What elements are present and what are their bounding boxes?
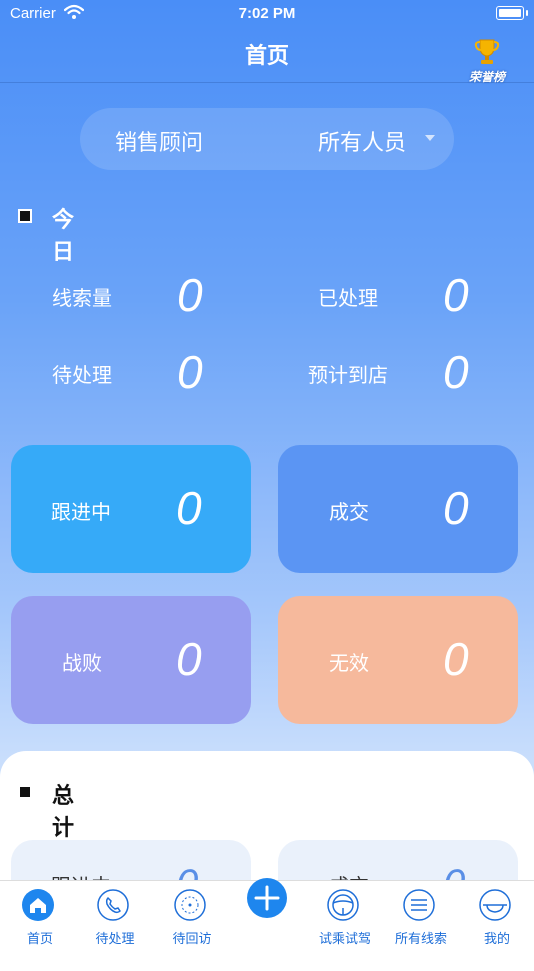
- tab-mine[interactable]: 我的: [462, 881, 532, 951]
- tab-callback-label: 待回访: [172, 932, 212, 947]
- profile-icon: [479, 889, 511, 921]
- tab-callback[interactable]: 待回访: [157, 881, 227, 951]
- phone-icon: [97, 889, 129, 921]
- page-title: 首页: [244, 44, 289, 69]
- stat-value-expected-visit[interactable]: 0: [443, 347, 469, 397]
- battery-icon: [496, 6, 528, 20]
- card-deal-label: 成交: [329, 500, 369, 524]
- total-title: 总计: [52, 784, 75, 841]
- stat-label-pending: 待处理: [52, 363, 112, 387]
- nav-bar: 首页 荣誉榜: [0, 30, 534, 84]
- list-icon: [403, 889, 435, 921]
- bullet-square-icon: [18, 785, 32, 799]
- card-following-label: 跟进中: [51, 500, 111, 524]
- chevron-down-icon: [425, 135, 435, 141]
- card-lost-value: 0: [176, 633, 202, 685]
- card-invalid-label: 无效: [329, 651, 369, 675]
- tab-test-drive[interactable]: 试乘试驾: [310, 881, 380, 951]
- trophy-icon: [474, 39, 500, 64]
- card-deal[interactable]: 成交 0: [278, 445, 518, 573]
- stat-value-processed[interactable]: 0: [443, 270, 469, 320]
- bullet-square-icon: [18, 209, 32, 223]
- status-time: 7:02 PM: [238, 5, 296, 22]
- plus-icon: [254, 885, 280, 911]
- filter-label: 销售顾问: [115, 131, 204, 156]
- steering-wheel-icon: [327, 889, 359, 921]
- stat-label-expected-visit: 预计到店: [308, 363, 388, 387]
- stat-label-processed: 已处理: [318, 286, 378, 310]
- tab-mine-label: 我的: [483, 932, 510, 947]
- tab-home[interactable]: 首页: [5, 881, 75, 951]
- stat-value-leads[interactable]: 0: [177, 270, 203, 320]
- add-button[interactable]: [247, 878, 287, 918]
- card-following-value: 0: [176, 482, 202, 534]
- honor-roll-button[interactable]: 荣誉榜: [462, 38, 512, 84]
- card-lost-label: 战败: [62, 651, 102, 675]
- stat-label-leads: 线索量: [52, 286, 112, 310]
- card-deal-value: 0: [443, 482, 469, 534]
- callback-icon: [174, 889, 206, 921]
- trophy-label: 荣誉榜: [468, 70, 505, 84]
- today-title: 今日: [52, 208, 75, 265]
- filter-value[interactable]: 所有人员: [318, 125, 406, 157]
- status-bar: Carrier 7:02 PM: [0, 0, 534, 30]
- tab-pending[interactable]: 待处理: [80, 881, 150, 951]
- card-lost[interactable]: 战败 0: [11, 596, 251, 724]
- card-invalid[interactable]: 无效 0: [278, 596, 518, 724]
- home-icon: [22, 889, 54, 921]
- card-invalid-value: 0: [443, 633, 469, 685]
- stat-value-pending[interactable]: 0: [177, 347, 203, 397]
- consultant-filter[interactable]: 销售顾问 所有人员: [80, 108, 454, 170]
- tab-all-leads[interactable]: 所有线索: [386, 881, 456, 951]
- card-following[interactable]: 跟进中 0: [11, 445, 251, 573]
